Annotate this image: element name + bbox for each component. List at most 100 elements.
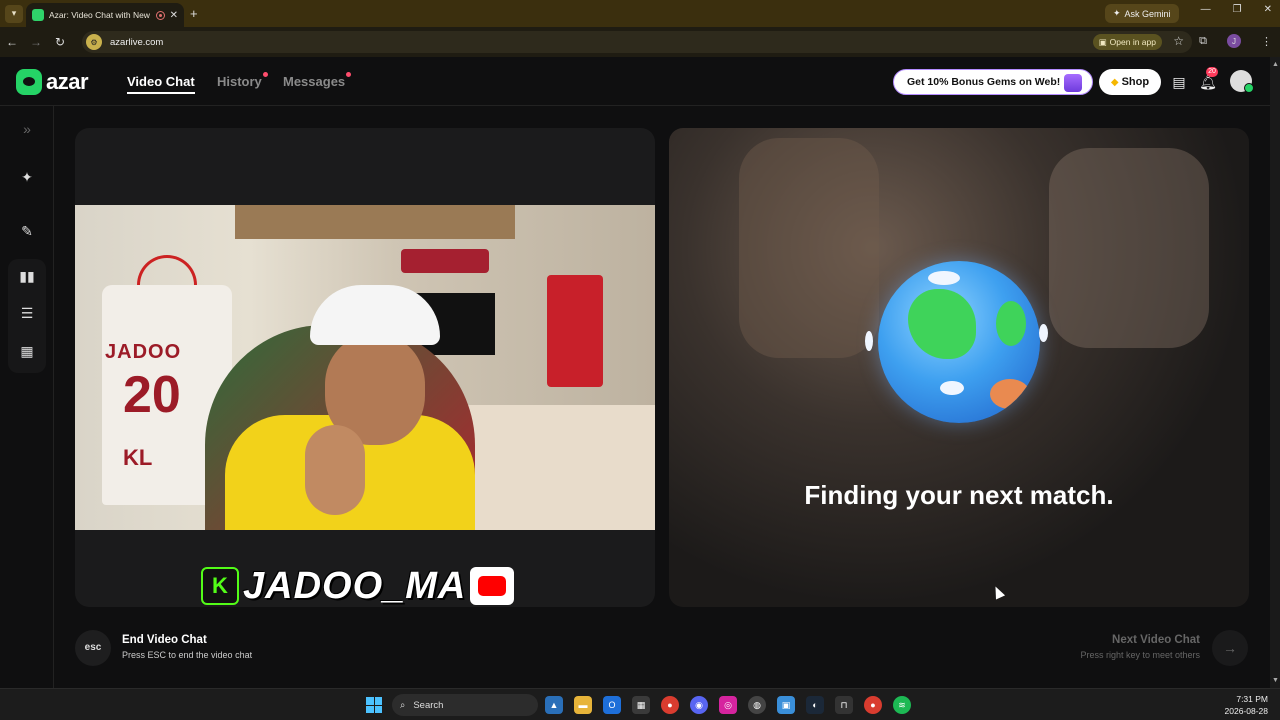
wall-shelf — [235, 205, 515, 239]
url-bar[interactable]: ⚙ azarlive.com ▣ Open in app ☆ — [82, 31, 1192, 53]
finding-match-text: Finding your next match. — [804, 480, 1114, 510]
layout-side-by-side-icon[interactable]: ▮▮ — [17, 266, 37, 286]
hand — [305, 425, 365, 515]
azar-logo-icon — [16, 69, 42, 95]
edit-icon[interactable]: ✎ — [17, 221, 37, 241]
kick-logo-icon: K — [201, 567, 239, 605]
window-controls: — ❐ ✕ — [1201, 4, 1272, 15]
tab-messages[interactable]: Messages — [283, 72, 352, 89]
white-cap — [310, 285, 440, 345]
taskbar-search[interactable]: ⌕ Search — [392, 694, 538, 716]
ask-gemini-button[interactable]: ✦ Ask Gemini — [1105, 4, 1179, 23]
minimize-icon[interactable]: — — [1201, 4, 1211, 15]
globe-icon — [878, 261, 1040, 423]
history-notification-dot — [262, 72, 268, 77]
jersey-number: 20 — [123, 366, 181, 424]
file-explorer-icon[interactable]: ▬ — [574, 696, 592, 714]
logo-text: azar — [46, 69, 89, 94]
tab-history[interactable]: History — [217, 72, 268, 89]
widgets-icon[interactable]: ▲ — [545, 696, 563, 714]
end-video-chat-button[interactable]: esc — [75, 630, 111, 666]
azar-favicon-icon — [32, 9, 44, 21]
azar-logo[interactable]: azar — [16, 69, 89, 95]
browser-tab-bar: ▾ Azar: Video Chat with New ✕ + ✦ Ask Ge… — [0, 0, 1280, 27]
bonus-gems-promo-button[interactable]: Get 10% Bonus Gems on Web! — [893, 69, 1093, 95]
ask-gemini-label: Ask Gemini — [1124, 8, 1171, 19]
profile-avatar[interactable]: J — [1227, 34, 1241, 48]
scroll-down-icon[interactable]: ▼ — [1272, 677, 1279, 684]
end-video-chat-hint: Press ESC to end the video chat — [122, 650, 253, 660]
browser-tab[interactable]: Azar: Video Chat with New ✕ — [26, 3, 184, 27]
scarf-banner — [401, 249, 489, 273]
streamer-watermark: K JADOO_MA — [201, 564, 515, 607]
webcam-video: JADOO 20 KL — [75, 205, 655, 530]
gem-icon: ◆ — [1110, 76, 1119, 88]
spotify-icon[interactable]: ≋ — [893, 696, 911, 714]
new-tab-button[interactable]: + — [190, 6, 198, 21]
jersey-sub: KL — [123, 445, 153, 470]
messages-notification-dot — [346, 72, 352, 77]
window-close-icon[interactable]: ✕ — [1264, 4, 1272, 15]
browser-menu-icon[interactable]: ⋮ — [1261, 35, 1272, 48]
youtube-logo-icon — [470, 567, 515, 605]
app-icon[interactable]: ▣ — [777, 696, 795, 714]
chrome-icon[interactable]: ● — [661, 696, 679, 714]
scroll-up-icon[interactable]: ▲ — [1272, 61, 1279, 68]
next-arrow-icon[interactable]: → — [1212, 630, 1248, 666]
expand-icon[interactable]: » — [17, 119, 37, 139]
reload-icon[interactable]: ↻ — [48, 35, 72, 49]
blurred-background-right — [1049, 148, 1209, 348]
tab-title: Azar: Video Chat with New — [49, 10, 150, 20]
azar-app: azar Video Chat History Messages Get 10%… — [0, 57, 1270, 688]
discord-icon[interactable]: ◉ — [690, 696, 708, 714]
shop-button[interactable]: ◆ Shop — [1099, 69, 1161, 95]
restore-icon[interactable]: ❐ — [1233, 4, 1242, 15]
match-video-panel: Finding your next match. — [669, 128, 1249, 607]
extensions-icon[interactable]: ⧉ — [1199, 35, 1207, 48]
left-toolbar: » ✦ ✎ ▮▮ ☰ ▦ — [0, 106, 54, 688]
magic-wand-icon[interactable]: ✦ — [17, 167, 37, 187]
layout-grid-icon[interactable]: ▦ — [17, 341, 37, 361]
next-video-chat-hint: Press right key to meet others — [1080, 650, 1200, 660]
gift-icon — [1064, 74, 1082, 92]
clock-time: 7:31 PM — [1236, 694, 1268, 704]
gemini-sparkle-icon: ✦ — [1113, 8, 1121, 18]
forward-icon[interactable]: → — [24, 35, 48, 49]
end-video-chat-title: End Video Chat — [122, 634, 207, 646]
promo-text: Get 10% Bonus Gems on Web! — [907, 76, 1061, 88]
windows-taskbar: ⌕ Search ▲ ▬ O ▦ ● ◉ ◎ ◍ ▣ ◐ ⊓ ● ≋ 7:31 … — [0, 688, 1280, 720]
bookmark-star-icon[interactable]: ☆ — [1173, 34, 1184, 48]
site-info-icon[interactable]: ⚙ — [86, 34, 102, 50]
layout-stacked-icon[interactable]: ☰ — [17, 303, 37, 323]
app-header: azar Video Chat History Messages Get 10%… — [0, 57, 1270, 106]
blurred-background — [739, 138, 879, 358]
app-icon: ▣ — [1098, 36, 1107, 47]
instagram-icon[interactable]: ◎ — [719, 696, 737, 714]
avatar[interactable] — [1230, 70, 1254, 93]
tab-search-icon[interactable]: ▾ — [5, 4, 23, 23]
outlook-icon[interactable]: O — [603, 696, 621, 714]
notification-count-badge: 20 — [1206, 67, 1218, 77]
back-icon[interactable]: ← — [0, 35, 24, 49]
streamer-name: JADOO_MA — [243, 564, 467, 607]
open-in-app-button[interactable]: ▣ Open in app — [1092, 34, 1162, 50]
jersey-name: JADOO — [105, 341, 182, 363]
red-vest — [547, 275, 603, 387]
windows-start-icon[interactable] — [366, 697, 382, 713]
obs-icon[interactable]: ◍ — [748, 696, 766, 714]
orbit-cloud — [865, 331, 873, 351]
search-icon: ⌕ — [400, 699, 406, 711]
tab-close-icon[interactable]: ✕ — [170, 10, 178, 21]
self-video-panel: JADOO 20 KL K JADOO_MA — [75, 128, 655, 607]
chrome-active-icon[interactable]: ● — [864, 696, 882, 714]
inbox-icon[interactable]: ▤ — [1170, 73, 1188, 91]
store-icon[interactable]: ▦ — [632, 696, 650, 714]
url-text: azarlive.com — [110, 36, 164, 48]
page-scrollbar[interactable]: ▲ ▼ — [1270, 57, 1280, 688]
tab-video-chat[interactable]: Video Chat — [127, 74, 195, 94]
tab-messages-label: Messages — [283, 74, 346, 89]
steam-icon[interactable]: ◐ — [806, 696, 824, 714]
capcut-icon[interactable]: ⊓ — [835, 696, 853, 714]
taskbar-clock[interactable]: 7:31 PM 2026-08-28 — [1225, 693, 1268, 717]
taskbar-apps: ▲ ▬ O ▦ ● ◉ ◎ ◍ ▣ ◐ ⊓ ● ≋ — [545, 696, 911, 714]
